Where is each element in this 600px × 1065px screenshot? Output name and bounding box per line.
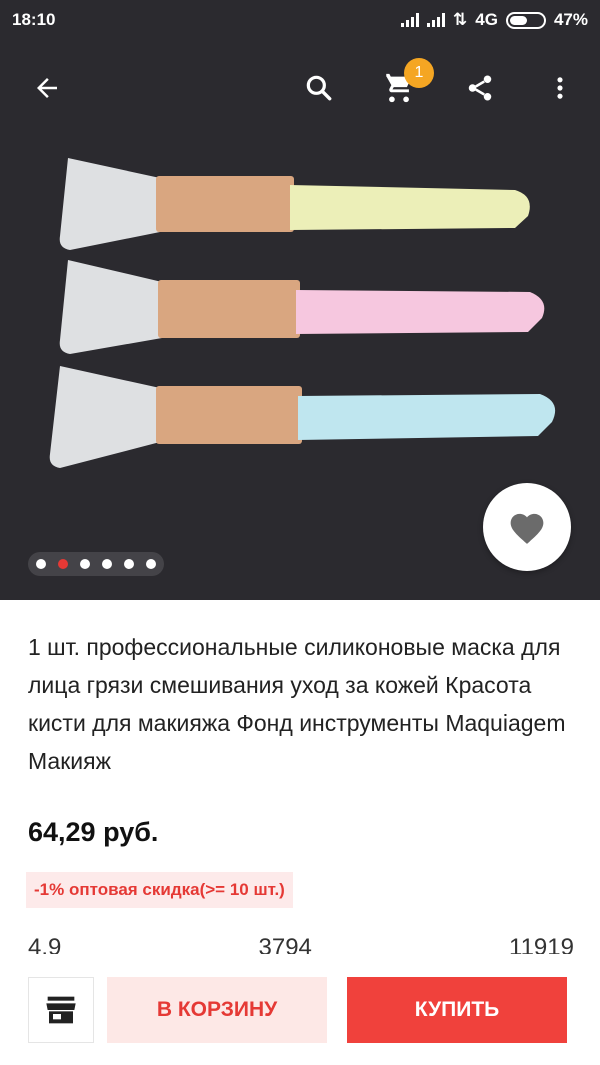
battery-icon [505, 11, 546, 29]
add-to-cart-button[interactable]: В КОРЗИНУ [107, 977, 327, 1043]
arrow-left-icon [37, 78, 57, 98]
more-options-button[interactable] [532, 58, 588, 118]
wholesale-discount-badge: -1% оптовая скидка(>= 10 шт.) [26, 872, 293, 908]
share-icon [468, 75, 492, 101]
gallery-dot[interactable] [102, 559, 112, 569]
share-button[interactable] [452, 58, 508, 118]
gallery-dot[interactable] [146, 559, 156, 569]
gallery-pagination [28, 552, 164, 576]
product-stats: 4.9 3794 11919 [28, 934, 574, 954]
product-title: 1 шт. профессиональные силиконовые маска… [28, 634, 566, 774]
store-icon [46, 996, 76, 1024]
rating-value: 4.9 [28, 934, 62, 954]
back-button[interactable] [19, 58, 75, 118]
cart-button[interactable]: 1 [371, 58, 434, 118]
bottom-action-bar: В КОРЗИНУ КУПИТЬ [0, 958, 600, 1065]
brush-blue [49, 366, 556, 468]
product-price: 64,29 руб. [28, 817, 159, 847]
store-button[interactable] [28, 977, 94, 1043]
product-photo [49, 158, 556, 468]
buy-now-button[interactable]: КУПИТЬ [347, 977, 567, 1043]
brush-yellow [59, 158, 530, 250]
search-button[interactable] [291, 58, 347, 118]
orders-count: 3794 [258, 934, 312, 954]
gallery-dot[interactable] [124, 559, 134, 569]
search-icon [306, 75, 332, 101]
gallery-dot[interactable] [36, 559, 46, 569]
data-transfer-icon: ⇅ [453, 10, 468, 29]
network-type: 4G [475, 10, 498, 29]
signal-icon [427, 13, 446, 27]
top-toolbar: 1 [0, 58, 600, 118]
battery-level: 47% [553, 10, 588, 29]
wishlist-count: 11919 [509, 934, 574, 954]
gallery-dot[interactable] [80, 559, 90, 569]
more-vertical-icon [557, 77, 563, 99]
status-bar: 18:10 ⇅ 4G 47% [0, 0, 600, 42]
product-image-gallery[interactable]: 18:10 ⇅ 4G 47% 1 [0, 0, 600, 600]
brush-pink [59, 260, 545, 354]
cart-count-badge: 1 [404, 58, 434, 88]
signal-icon [401, 13, 420, 27]
status-time: 18:10 [12, 10, 56, 29]
status-indicators: ⇅ 4G 47% [401, 10, 588, 30]
favorite-button[interactable] [483, 483, 571, 571]
gallery-dot[interactable] [58, 559, 68, 569]
heart-icon [510, 513, 544, 544]
